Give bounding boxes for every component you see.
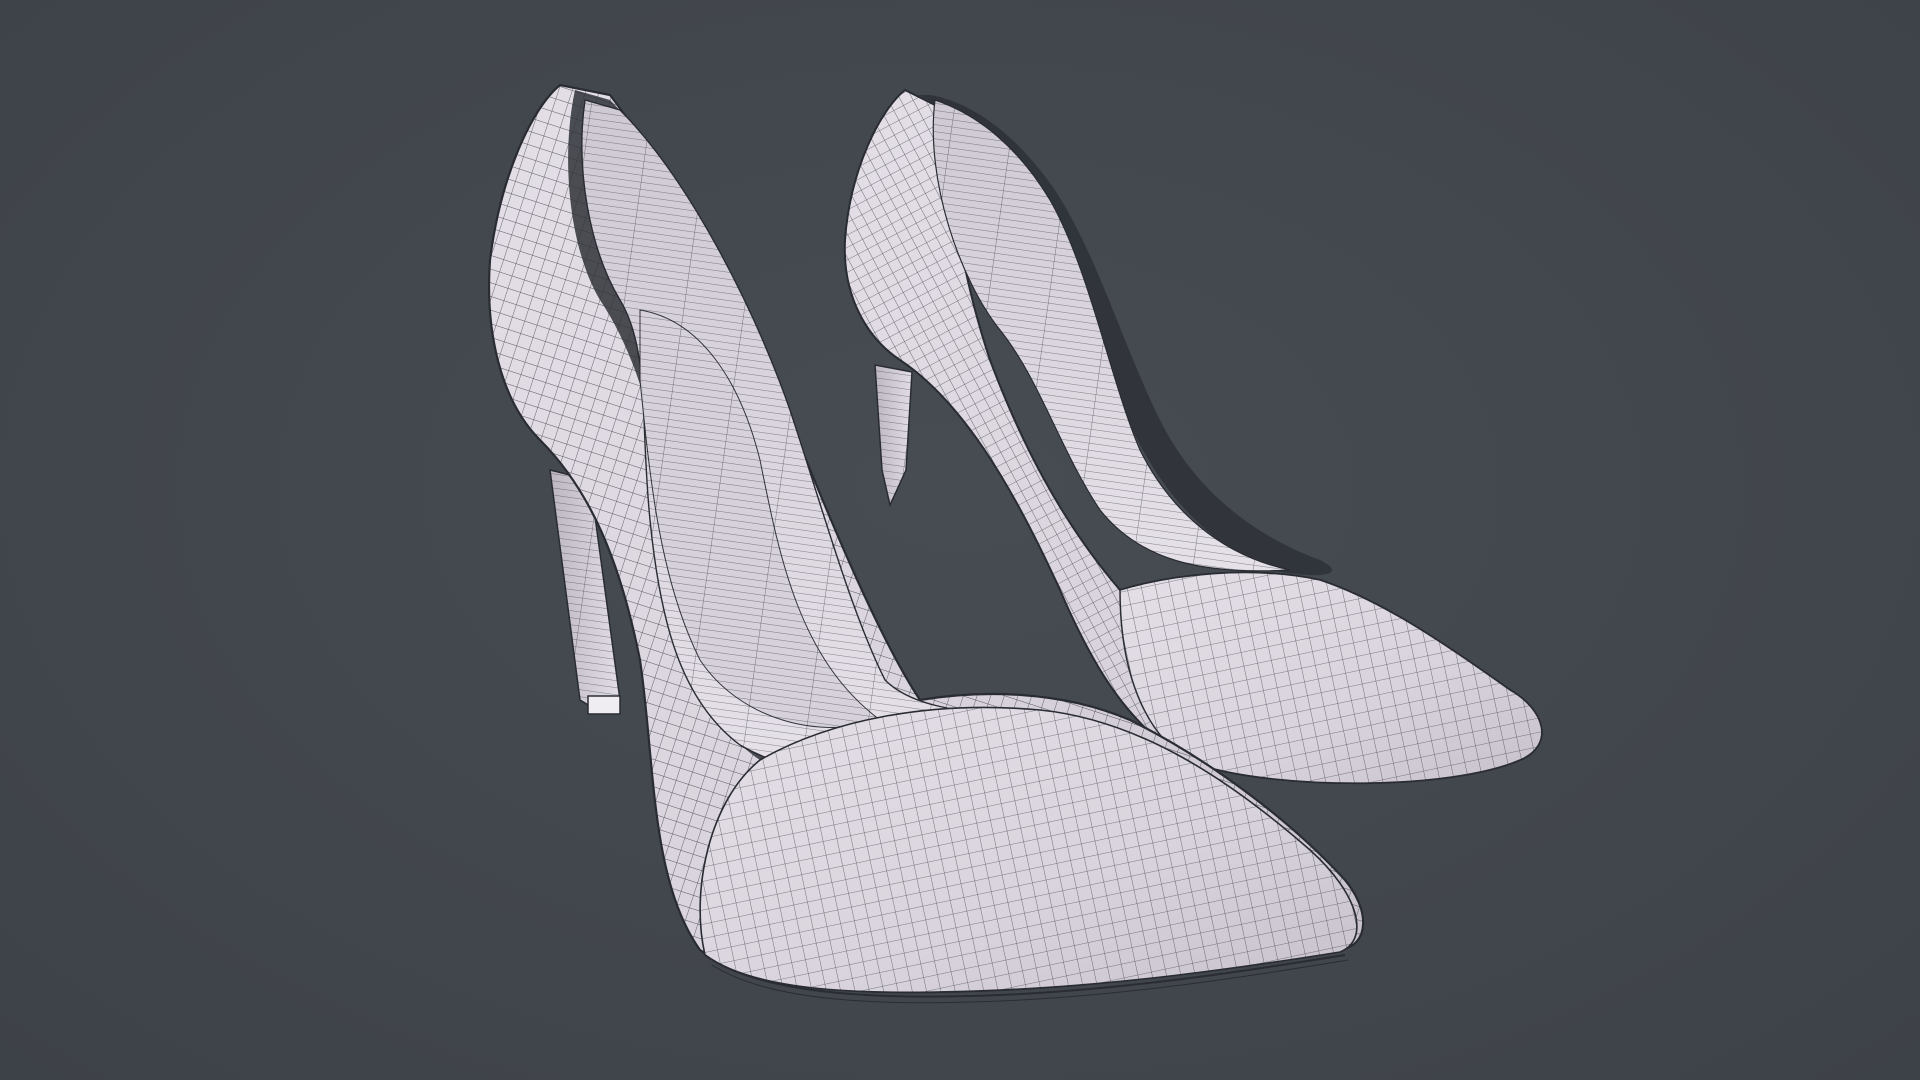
shoe-right[interactable] — [843, 88, 1543, 785]
3d-viewport[interactable] — [0, 0, 1920, 1080]
render-canvas — [487, 83, 1543, 1004]
shoe-right-heel — [874, 364, 913, 508]
